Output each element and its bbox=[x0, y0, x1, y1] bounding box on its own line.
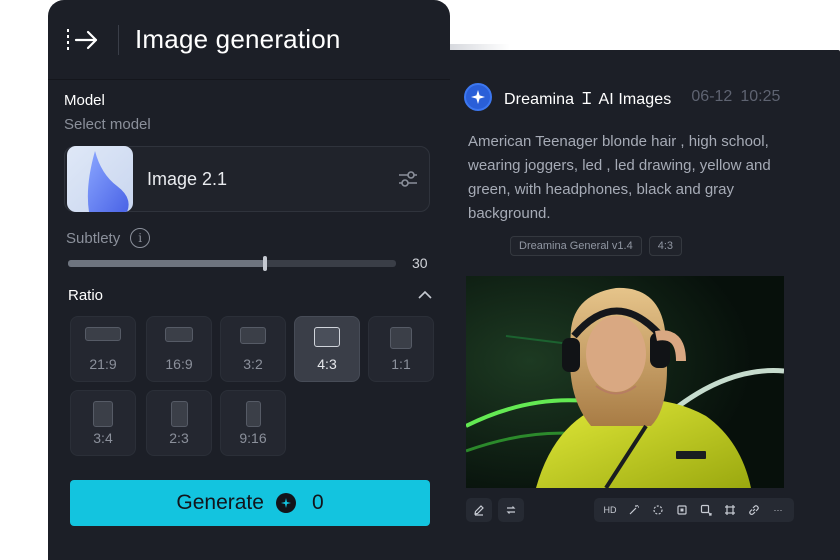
credit-icon bbox=[275, 493, 296, 513]
generated-image[interactable] bbox=[466, 276, 784, 488]
model-sublabel: Select model bbox=[64, 116, 151, 133]
expand-icon bbox=[677, 505, 687, 515]
ratio-shape-icon bbox=[390, 327, 412, 349]
generation-panel: Image generation Model Select model Imag… bbox=[48, 0, 450, 560]
ratio-tag: 4:3 bbox=[648, 236, 683, 256]
info-icon[interactable]: i bbox=[130, 228, 151, 248]
subtlety-label: Subtlety bbox=[66, 229, 121, 247]
result-header: Dreamina Ｉ AI Images 06-12 10:25 bbox=[464, 82, 780, 112]
header-divider bbox=[118, 24, 119, 55]
dreamina-logo-icon bbox=[464, 83, 492, 111]
ratio-option-4-3[interactable]: 4:3 bbox=[294, 316, 360, 382]
chevron-up-icon[interactable] bbox=[416, 286, 434, 304]
ratio-label-text: 9:16 bbox=[239, 430, 267, 446]
regenerate-button[interactable] bbox=[498, 498, 524, 522]
slider-fill bbox=[68, 260, 265, 267]
subtlety-slider[interactable] bbox=[68, 256, 396, 271]
ratio-label: Ratio bbox=[68, 286, 104, 304]
ratio-label-text: 4:3 bbox=[317, 356, 337, 372]
repeat-icon bbox=[506, 506, 516, 514]
prompt-text[interactable]: American Teenager blonde hair , high sch… bbox=[468, 130, 788, 226]
ratio-header[interactable]: Ratio bbox=[68, 286, 434, 304]
ratio-option-2-3[interactable]: 2:3 bbox=[146, 390, 212, 456]
ratio-label-text: 21:9 bbox=[89, 356, 117, 372]
slider-handle[interactable] bbox=[262, 256, 267, 271]
panel-header: Image generation bbox=[48, 0, 450, 80]
app-stage: Dreamina Ｉ AI Images 06-12 10:25 America… bbox=[0, 0, 840, 560]
magic-wand-icon bbox=[629, 504, 639, 515]
collapse-panel-icon[interactable] bbox=[64, 25, 100, 55]
hd-icon: HD bbox=[603, 505, 617, 515]
ratio-shape-icon bbox=[93, 401, 113, 427]
image-actions: HD ··· bbox=[466, 498, 794, 522]
expand-button[interactable] bbox=[672, 500, 692, 520]
ratio-option-9-16[interactable]: 9:16 bbox=[220, 390, 286, 456]
eraser-icon bbox=[653, 505, 663, 515]
result-panel: Dreamina Ｉ AI Images 06-12 10:25 America… bbox=[450, 50, 840, 560]
link-icon bbox=[749, 505, 759, 515]
model-thumbnail bbox=[67, 146, 133, 212]
ratio-shape-icon bbox=[85, 327, 121, 341]
model-selector[interactable]: Image 2.1 bbox=[64, 146, 430, 212]
more-icon: ··· bbox=[773, 505, 783, 515]
extend-button[interactable] bbox=[696, 500, 716, 520]
link-button[interactable] bbox=[744, 500, 764, 520]
model-name: Image 2.1 bbox=[147, 168, 228, 189]
erase-button[interactable] bbox=[648, 500, 668, 520]
ratio-label-text: 3:4 bbox=[93, 430, 113, 446]
image-tools: HD ··· bbox=[594, 498, 794, 522]
ratio-option-1-1[interactable]: 1:1 bbox=[368, 316, 434, 382]
ratio-label-text: 3:2 bbox=[243, 356, 263, 372]
model-settings-button[interactable] bbox=[395, 166, 421, 192]
hd-button[interactable]: HD bbox=[600, 500, 620, 520]
crop-button[interactable] bbox=[720, 500, 740, 520]
ratio-shape-icon bbox=[245, 401, 261, 427]
subtlety-value: 30 bbox=[412, 255, 428, 271]
page-title: Image generation bbox=[135, 24, 341, 54]
ratio-option-3-2[interactable]: 3:2 bbox=[220, 316, 286, 382]
sliders-icon bbox=[399, 171, 417, 187]
ratio-label-text: 1:1 bbox=[391, 356, 411, 372]
ratio-option-16-9[interactable]: 16:9 bbox=[146, 316, 212, 382]
ratio-shape-icon bbox=[170, 401, 188, 427]
ratio-label-text: 16:9 bbox=[165, 356, 193, 372]
generate-label: Generate bbox=[176, 491, 264, 514]
ratio-option-21-9[interactable]: 21:9 bbox=[70, 316, 136, 382]
retouch-button[interactable] bbox=[624, 500, 644, 520]
result-tags: Dreamina General v1.4 4:3 bbox=[510, 236, 683, 256]
more-button[interactable]: ··· bbox=[768, 500, 788, 520]
model-tag: Dreamina General v1.4 bbox=[510, 236, 642, 256]
subtlety-row: Subtlety i bbox=[66, 228, 151, 248]
credit-count: 0 bbox=[311, 491, 324, 514]
brand-name: Dreamina Ｉ AI Images bbox=[504, 91, 672, 108]
ratio-option-3-4[interactable]: 3:4 bbox=[70, 390, 136, 456]
ratio-label-text: 2:3 bbox=[169, 430, 189, 446]
result-date: 06-12 bbox=[691, 88, 733, 105]
crop-icon bbox=[725, 505, 735, 515]
ratio-shape-icon bbox=[314, 327, 340, 347]
result-time: 10:25 bbox=[740, 88, 781, 105]
ratio-shape-icon bbox=[240, 327, 266, 344]
ratio-shape-icon bbox=[165, 327, 193, 342]
generate-button[interactable]: Generate 0 bbox=[70, 480, 430, 526]
extend-icon bbox=[700, 504, 712, 516]
edit-button[interactable] bbox=[466, 498, 492, 522]
model-label: Model bbox=[64, 92, 105, 109]
pencil-icon bbox=[474, 505, 484, 516]
